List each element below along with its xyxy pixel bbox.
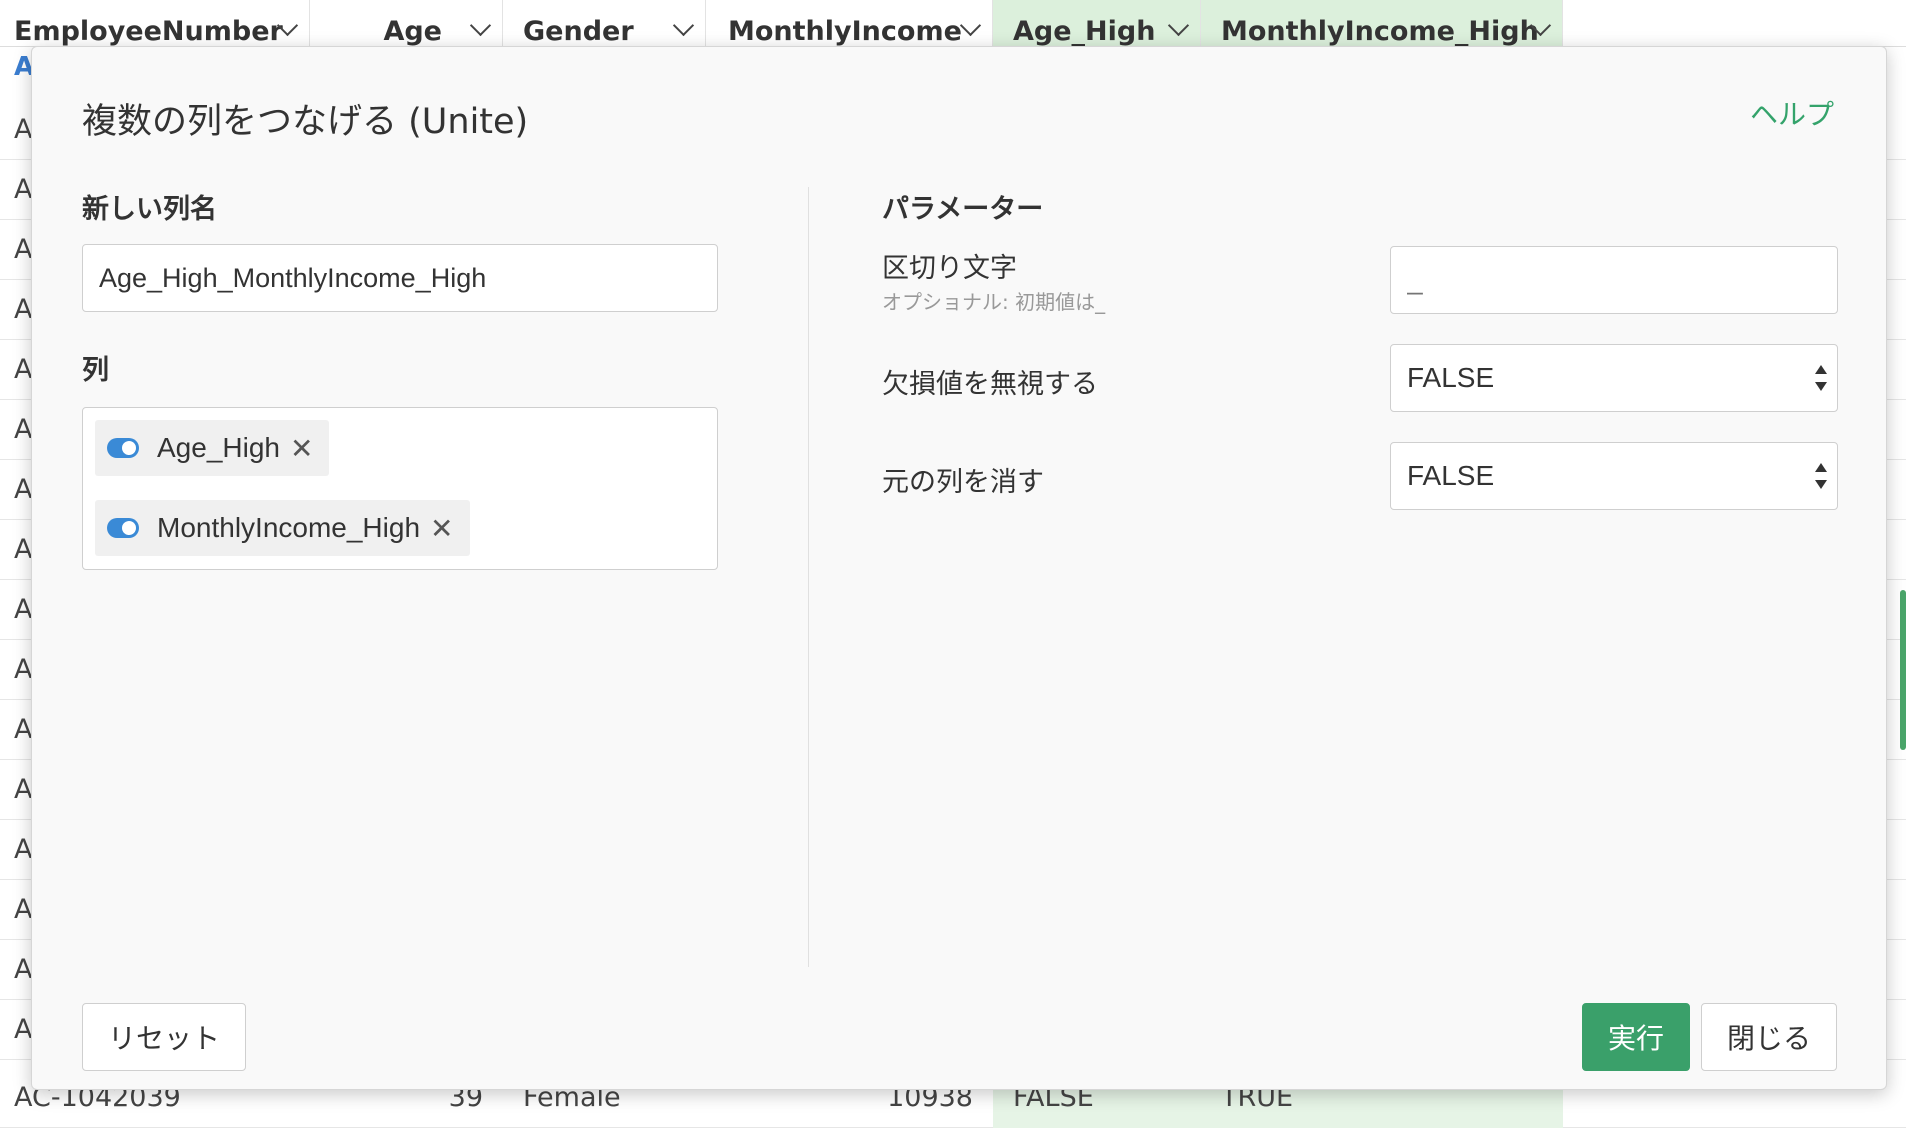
- remove-original-select[interactable]: FALSE: [1390, 442, 1838, 510]
- column-header-label: MonthlyIncome: [728, 16, 962, 46]
- ignore-na-row: 欠損値を無視する FALSE: [882, 344, 1838, 442]
- vertical-scrollbar[interactable]: [1900, 590, 1906, 750]
- pane-divider: [808, 187, 809, 967]
- ignore-na-select[interactable]: FALSE: [1390, 344, 1838, 412]
- column-header-label: Age: [383, 16, 442, 46]
- separator-label: 区切り文字: [882, 253, 1017, 284]
- column-header-label: MonthlyIncome_High: [1221, 16, 1539, 46]
- separator-hint: オプショナル: 初期値は_: [882, 290, 1106, 314]
- separator-row: 区切り文字 オプショナル: 初期値は_: [882, 246, 1838, 344]
- parameters-pane: パラメーター 区切り文字 オプショナル: 初期値は_ 欠損値を無視する FALS…: [882, 187, 1838, 540]
- select-arrows-icon: [1815, 463, 1827, 489]
- column-header-age-high[interactable]: Age_High: [993, 0, 1201, 46]
- reset-button[interactable]: リセット: [82, 1003, 246, 1071]
- toggle-icon[interactable]: [107, 518, 139, 538]
- columns-selector[interactable]: Age_High ✕ MonthlyIncome_High ✕: [82, 407, 718, 570]
- column-tag-monthlyincome-high[interactable]: MonthlyIncome_High ✕: [95, 500, 470, 556]
- toggle-icon[interactable]: [107, 438, 139, 458]
- help-link[interactable]: ヘルプ: [1750, 93, 1834, 133]
- close-icon[interactable]: ✕: [290, 432, 313, 465]
- ignore-na-value: FALSE: [1407, 362, 1495, 393]
- column-header-label: Gender: [523, 16, 634, 46]
- unite-dialog: 複数の列をつなげる (Unite) ヘルプ 新しい列名 列 Age_High ✕…: [31, 46, 1887, 1090]
- separator-input[interactable]: [1390, 246, 1838, 314]
- grid-header: EmployeeNumber Age Gender MonthlyIncome …: [0, 0, 1906, 47]
- remove-original-row: 元の列を消す FALSE: [882, 442, 1838, 540]
- select-arrows-icon: [1815, 365, 1827, 391]
- chevron-down-icon[interactable]: [469, 14, 492, 37]
- chevron-down-icon[interactable]: [672, 14, 695, 37]
- dialog-title: 複数の列をつなげる (Unite): [82, 102, 529, 142]
- columns-label: 列: [82, 355, 109, 386]
- chevron-down-icon[interactable]: [1167, 14, 1190, 37]
- ignore-na-label: 欠損値を無視する: [882, 369, 1098, 400]
- parameters-title: パラメーター: [882, 194, 1044, 225]
- remove-original-value: FALSE: [1407, 460, 1495, 491]
- column-header-age[interactable]: Age: [310, 0, 503, 46]
- new-column-name-label: 新しい列名: [82, 194, 217, 225]
- column-header-label: EmployeeNumber: [14, 16, 283, 46]
- column-tag-label: MonthlyIncome_High: [157, 512, 421, 543]
- new-column-name-input[interactable]: [82, 244, 718, 312]
- close-icon[interactable]: ✕: [430, 512, 453, 545]
- run-button[interactable]: 実行: [1582, 1003, 1690, 1071]
- column-header-gender[interactable]: Gender: [503, 0, 706, 46]
- left-pane: 新しい列名 列 Age_High ✕ MonthlyIncome_High ✕: [82, 187, 718, 570]
- column-header-monthlyincome-high[interactable]: MonthlyIncome_High: [1201, 0, 1563, 46]
- column-header-label: Age_High: [1013, 16, 1156, 46]
- column-tag-label: Age_High: [157, 432, 280, 463]
- column-header-monthlyincome[interactable]: MonthlyIncome: [706, 0, 993, 46]
- close-button[interactable]: 閉じる: [1701, 1003, 1837, 1071]
- chevron-down-icon[interactable]: [959, 14, 982, 37]
- column-tag-age-high[interactable]: Age_High ✕: [95, 420, 330, 476]
- column-header-employeenumber[interactable]: EmployeeNumber: [0, 0, 310, 46]
- remove-original-label: 元の列を消す: [882, 467, 1044, 498]
